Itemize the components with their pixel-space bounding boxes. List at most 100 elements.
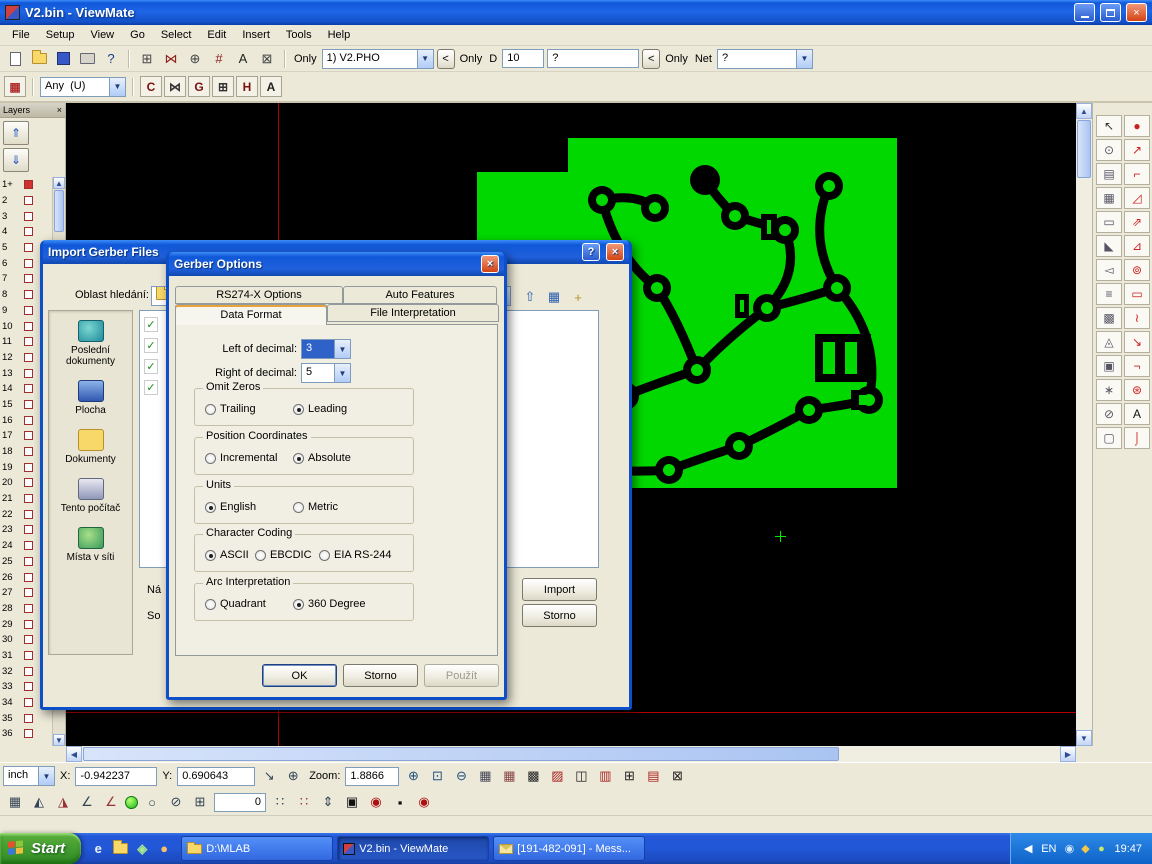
updown-button[interactable]: ⇕ <box>317 791 339 813</box>
task-viewmate[interactable]: V2.bin - ViewMate <box>337 836 489 861</box>
angle-up-button[interactable]: ◭ <box>28 791 50 813</box>
scroll-right-icon[interactable]: ▶ <box>1060 746 1076 762</box>
up-one-level-icon[interactable]: ⇧ <box>519 286 541 308</box>
radio-incremental[interactable]: Incremental <box>205 452 277 464</box>
pattern-b-button[interactable]: ◉ <box>365 791 387 813</box>
right-of-decimal-combo[interactable]: 5 ▼ <box>301 363 351 383</box>
layer-up-button[interactable]: ⇑ <box>3 121 29 145</box>
menu-help[interactable]: Help <box>320 27 359 43</box>
tool-swap-icon[interactable]: ⋈ <box>164 76 186 97</box>
layer-row-35[interactable]: 35 <box>0 710 52 726</box>
layer-visibility-swatch[interactable] <box>24 337 33 346</box>
tool-grid-icon[interactable]: ⊞ <box>136 48 158 70</box>
radio-ascii[interactable]: ASCII <box>205 549 249 561</box>
cancel-button[interactable]: Storno <box>343 664 418 687</box>
pattern-button-5[interactable]: ⊞ <box>618 765 640 787</box>
layer-visibility-swatch[interactable] <box>24 729 33 738</box>
only-dcode-label[interactable]: Only <box>458 53 485 65</box>
layer-visibility-swatch[interactable] <box>24 274 33 283</box>
pattern-c-button[interactable]: ▪ <box>389 791 411 813</box>
only-layer-label[interactable]: Only <box>292 53 319 65</box>
place-documents[interactable]: Dokumenty <box>49 420 132 469</box>
scroll-thumb[interactable] <box>83 747 839 761</box>
circle-button[interactable]: ○ <box>141 791 163 813</box>
zoom-field[interactable]: 1.8866 <box>345 767 399 786</box>
angle-down-button[interactable]: ◮ <box>52 791 74 813</box>
language-indicator[interactable]: EN <box>1041 843 1056 855</box>
net-combo[interactable]: ? ▼ <box>717 49 813 69</box>
import-cancel-button[interactable]: Storno <box>522 604 597 627</box>
scroll-up-icon[interactable]: ▲ <box>53 177 65 189</box>
layer-visibility-swatch[interactable] <box>24 682 33 691</box>
layer-visibility-swatch[interactable] <box>24 384 33 393</box>
place-my-computer[interactable]: Tento počítač <box>49 469 132 518</box>
tool-box-icon[interactable]: ⊠ <box>256 48 278 70</box>
chevron-down-icon[interactable]: ▼ <box>796 50 812 68</box>
dot-grid-button-1[interactable]: ∷ <box>269 791 291 813</box>
radio-leading[interactable]: Leading <box>293 403 347 415</box>
layer-visibility-swatch[interactable] <box>24 651 33 660</box>
tray-collapse-chevron-icon[interactable]: ◀ <box>1021 841 1035 857</box>
radio-eia-rs244[interactable]: EIA RS-244 <box>319 549 391 561</box>
star-icon[interactable]: ∗ <box>1096 379 1122 401</box>
pattern-button-3[interactable]: ◫ <box>570 765 592 787</box>
layer-visibility-swatch[interactable] <box>24 306 33 315</box>
gerber-file-icon[interactable]: ✓ <box>144 359 158 374</box>
layer-visibility-swatch[interactable] <box>24 510 33 519</box>
tool-target-icon[interactable]: ⊕ <box>184 48 206 70</box>
chevron-down-icon[interactable]: ▼ <box>334 340 350 358</box>
layers-panel-close-icon[interactable]: × <box>57 105 62 115</box>
draw-diagonal-icon[interactable]: ↘ <box>1124 331 1150 353</box>
radio-trailing[interactable]: Trailing <box>205 403 256 415</box>
print-button[interactable] <box>76 48 98 70</box>
rotate-icon[interactable]: ◅ <box>1096 259 1122 281</box>
layer-visibility-swatch[interactable] <box>24 478 33 487</box>
layer-visibility-swatch[interactable] <box>24 698 33 707</box>
import-button[interactable]: Import <box>522 578 597 601</box>
layer-visibility-swatch[interactable] <box>24 212 33 221</box>
tab-data-format[interactable]: Data Format <box>175 304 327 325</box>
prism-icon[interactable]: ◬ <box>1096 331 1122 353</box>
close-button[interactable]: × <box>1126 3 1147 22</box>
browser-quicklaunch-icon[interactable]: ● <box>154 839 174 859</box>
ie-quicklaunch-icon[interactable]: e <box>88 839 108 859</box>
layer-visibility-swatch[interactable] <box>24 259 33 268</box>
any-filter-combo[interactable]: Any (U) ▼ <box>40 77 126 97</box>
green-app-quicklaunch-icon[interactable]: ◈ <box>132 839 152 859</box>
tab-file-interpretation[interactable]: File Interpretation <box>327 304 499 322</box>
layer-visibility-swatch[interactable] <box>24 447 33 456</box>
layer-visibility-swatch[interactable] <box>24 573 33 582</box>
task-message[interactable]: [191-482-091] - Mess... <box>493 836 645 861</box>
layer-visibility-swatch[interactable] <box>24 557 33 566</box>
tool-g-icon[interactable]: G <box>188 76 210 97</box>
chevron-down-icon[interactable]: ▼ <box>334 364 350 382</box>
zoom-in-button[interactable]: ⊕ <box>402 765 424 787</box>
tool-c-icon[interactable]: C <box>140 76 162 97</box>
menu-tools[interactable]: Tools <box>278 27 320 43</box>
select-mode-icon[interactable]: ▦ <box>4 76 26 97</box>
grid-toggle-button[interactable]: ⊞ <box>189 791 211 813</box>
scroll-thumb[interactable] <box>1077 120 1091 178</box>
minimize-button[interactable] <box>1074 3 1095 22</box>
tray-network-icon[interactable]: ◉ <box>1062 841 1076 857</box>
only-net-label[interactable]: Only <box>663 53 690 65</box>
layer-visibility-swatch[interactable] <box>24 369 33 378</box>
place-desktop[interactable]: Plocha <box>49 371 132 420</box>
tool-text-icon[interactable]: A <box>232 48 254 70</box>
dialog-close-button[interactable]: × <box>606 243 624 261</box>
grid-button-2[interactable]: ▦ <box>498 765 520 787</box>
layers-panel-header[interactable]: Layers × <box>0 103 65 118</box>
layer-visibility-swatch[interactable] <box>24 604 33 613</box>
layer-row-4[interactable]: 4 <box>0 224 52 240</box>
pattern-button-4[interactable]: ▥ <box>594 765 616 787</box>
tool-pads-icon[interactable]: ⋈ <box>160 48 182 70</box>
tray-antivirus-icon[interactable]: ● <box>1094 841 1108 857</box>
pattern-button-2[interactable]: ▨ <box>546 765 568 787</box>
angle-b-button[interactable]: ∠ <box>100 791 122 813</box>
units-combo[interactable]: inch ▼ <box>3 766 55 786</box>
menu-edit[interactable]: Edit <box>199 27 234 43</box>
layer-visibility-swatch[interactable] <box>24 635 33 644</box>
layer-row-2[interactable]: 2 <box>0 193 52 209</box>
gerber-file-icon[interactable]: ✓ <box>144 338 158 353</box>
draw-corner-icon[interactable]: ⌐ <box>1124 163 1150 185</box>
